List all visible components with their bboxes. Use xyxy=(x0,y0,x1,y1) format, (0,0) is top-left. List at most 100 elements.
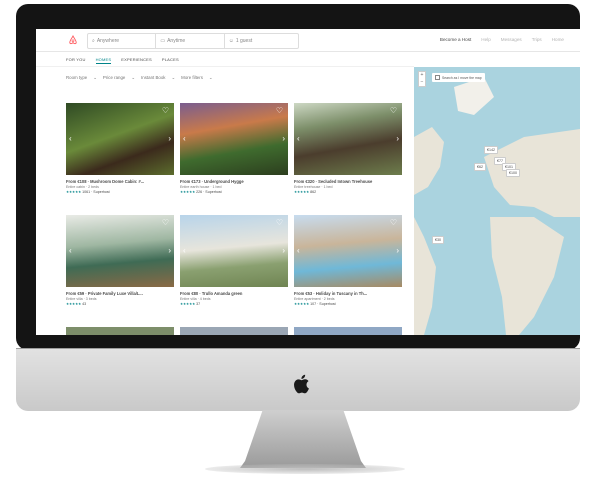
chevron-down-icon: ⌄ xyxy=(208,75,213,80)
tab-for-you[interactable]: FOR YOU xyxy=(66,57,86,64)
zoom-in-button[interactable]: + xyxy=(419,72,425,79)
listing-rating: ★★★★★ 1061 · Superhost xyxy=(66,190,174,194)
review-count: 226 · Superhost xyxy=(196,190,222,194)
listing-subtitle: Entire cabin · 2 beds xyxy=(66,185,99,189)
review-count: 1061 · Superhost xyxy=(82,190,110,194)
listing-photo[interactable] xyxy=(180,327,288,335)
listing-card[interactable]: ♡ ‹ › From €108 · Mushroom Dome Cabin: #..… xyxy=(66,103,174,194)
listing-title[interactable]: From €173 · Underground Hygge xyxy=(180,179,288,184)
listing-subtitle: Entire treehouse · 1 bed xyxy=(294,185,333,189)
price-pin[interactable]: €100 xyxy=(506,169,520,177)
chevron-left-icon[interactable]: ‹ xyxy=(183,246,186,255)
divider xyxy=(36,66,414,67)
monitor-stand xyxy=(240,410,366,468)
nav-become-host[interactable]: Become a Host xyxy=(440,37,471,42)
chevron-left-icon[interactable]: ‹ xyxy=(69,134,72,143)
price-pin[interactable]: €142 xyxy=(484,146,498,154)
guests-field[interactable]: ☺ 1 guest xyxy=(225,34,298,48)
listing-photo[interactable] xyxy=(294,327,402,335)
screen: ⌕ Anywhere ▭ Anytime ☺ 1 guest Become a Hos… xyxy=(36,29,580,335)
listing-rating: ★★★★★ 226 · Superhost xyxy=(180,190,288,194)
heart-icon[interactable]: ♡ xyxy=(389,107,398,115)
stand-shadow xyxy=(205,464,405,474)
filter-room-type[interactable]: Room type xyxy=(66,75,87,81)
map[interactable]: + − Search as I move the map €142 €77 €10… xyxy=(414,67,580,335)
chevron-down-icon: ⌄ xyxy=(93,75,97,80)
listing-photo[interactable]: ♡ ‹ › xyxy=(180,215,288,287)
heart-icon[interactable]: ♡ xyxy=(275,219,284,227)
listing-photo[interactable]: ♡ ‹ › xyxy=(294,215,402,287)
listing-card[interactable]: ♡ ‹ › From €53 · Holiday in Tuscany in Th.… xyxy=(294,215,402,306)
listing-photo[interactable]: ♡ ‹ › xyxy=(294,103,402,175)
star-rating-icon: ★★★★★ xyxy=(294,302,310,306)
listing-photo[interactable]: ♡ ‹ › xyxy=(180,103,288,175)
location-field[interactable]: ⌕ Anywhere xyxy=(88,34,157,48)
listing-subtitle: Entire villa · 4 beds xyxy=(180,297,211,301)
listing-card[interactable] xyxy=(294,327,402,335)
filter-instant-book[interactable]: Instant Book xyxy=(141,75,165,81)
filter-more[interactable]: More filters xyxy=(181,75,203,81)
listing-card[interactable]: ♡ ‹ › From €173 · Underground Hygge Entire… xyxy=(180,103,288,194)
tab-experiences[interactable]: EXPERIENCES xyxy=(121,57,152,64)
chevron-right-icon[interactable]: › xyxy=(168,246,171,255)
listing-title[interactable]: From €53 · Holiday in Tuscany in Th... xyxy=(294,291,402,296)
search-as-move-label: Search as I move the map xyxy=(442,75,482,80)
chevron-left-icon[interactable]: ‹ xyxy=(69,246,72,255)
map-land xyxy=(414,77,580,335)
tab-homes[interactable]: HOMES xyxy=(95,57,112,64)
listing-card[interactable]: ♡ ‹ › From €80 · Trullo Amanda green Entir… xyxy=(180,215,288,306)
listing-photo[interactable] xyxy=(66,327,174,335)
listing-title[interactable]: From €320 · Secluded Intown Treehouse xyxy=(294,179,402,184)
review-count: 43 xyxy=(82,302,87,306)
listing-card[interactable] xyxy=(180,327,288,335)
airbnb-logo-icon[interactable] xyxy=(68,35,78,45)
heart-icon[interactable]: ♡ xyxy=(161,107,170,115)
listing-subtitle: Entire earth house · 1 bed xyxy=(180,185,222,189)
chevron-right-icon[interactable]: › xyxy=(282,134,285,143)
listing-rating: ★★★★★ 43 xyxy=(66,302,174,306)
chevron-left-icon[interactable]: ‹ xyxy=(183,134,186,143)
chevron-right-icon[interactable]: › xyxy=(168,134,171,143)
review-count: 37 xyxy=(196,302,201,306)
chevron-right-icon[interactable]: › xyxy=(396,246,399,255)
nav-help[interactable]: Help xyxy=(481,37,490,42)
checkbox-icon[interactable] xyxy=(435,75,440,80)
chevron-right-icon[interactable]: › xyxy=(396,134,399,143)
dates-field[interactable]: ▭ Anytime xyxy=(156,34,225,48)
listing-card[interactable] xyxy=(66,327,174,335)
chevron-left-icon[interactable]: ‹ xyxy=(297,134,300,143)
nav-messages[interactable]: Messages xyxy=(501,37,522,42)
star-rating-icon: ★★★★★ xyxy=(66,190,82,194)
heart-icon[interactable]: ♡ xyxy=(275,107,284,115)
chevron-right-icon[interactable]: › xyxy=(282,246,285,255)
calendar-icon: ▭ xyxy=(160,38,166,44)
search-bar[interactable]: ⌕ Anywhere ▭ Anytime ☺ 1 guest xyxy=(87,33,299,49)
review-count: 107 · Superhost xyxy=(310,302,336,306)
heart-icon[interactable]: ♡ xyxy=(389,219,398,227)
listing-subtitle: Entire villa · 3 beds xyxy=(66,297,97,301)
listing-photo[interactable]: ♡ ‹ › xyxy=(66,215,174,287)
price-pin[interactable]: €62 xyxy=(474,163,486,171)
zoom-out-button[interactable]: − xyxy=(419,79,425,86)
review-count: 862 xyxy=(310,190,317,194)
nav-home[interactable]: Home xyxy=(552,37,564,42)
tab-places[interactable]: PLACES xyxy=(162,57,179,64)
zoom-control[interactable]: + − xyxy=(418,71,426,87)
search-as-move-toggle[interactable]: Search as I move the map xyxy=(432,73,485,82)
star-rating-icon: ★★★★★ xyxy=(66,302,82,306)
listing-photo[interactable]: ♡ ‹ › xyxy=(66,103,174,175)
nav-trips[interactable]: Trips xyxy=(532,37,542,42)
star-rating-icon: ★★★★★ xyxy=(294,190,310,194)
price-pin[interactable]: €30 xyxy=(432,236,444,244)
listing-card[interactable]: ♡ ‹ › From €59 · Private Family Luxe Villa… xyxy=(66,215,174,306)
listing-title[interactable]: From €59 · Private Family Luxe Villa/L..… xyxy=(66,291,174,296)
listing-title[interactable]: From €80 · Trullo Amanda green xyxy=(180,291,288,296)
search-icon: ⌕ xyxy=(92,38,95,44)
category-tabs: FOR YOU HOMES EXPERIENCES PLACES xyxy=(66,57,179,64)
listing-title[interactable]: From €108 · Mushroom Dome Cabin: #... xyxy=(66,179,174,184)
heart-icon[interactable]: ♡ xyxy=(161,219,170,227)
listing-subtitle: Entire apartment · 2 beds xyxy=(294,297,335,301)
chevron-left-icon[interactable]: ‹ xyxy=(297,246,300,255)
filter-price-range[interactable]: Price range xyxy=(103,75,125,81)
listing-card[interactable]: ♡ ‹ › From €320 · Secluded Intown Treehous… xyxy=(294,103,402,194)
